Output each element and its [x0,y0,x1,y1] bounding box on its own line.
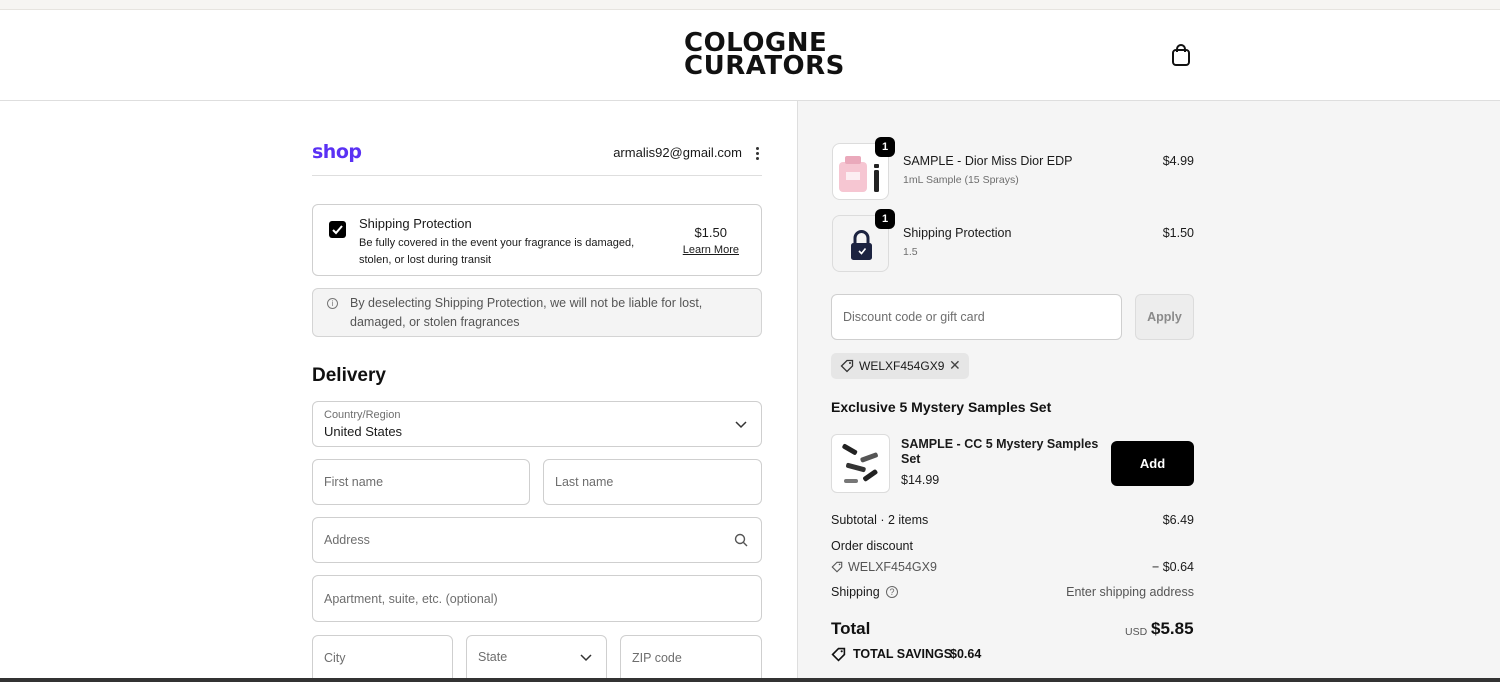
apartment-placeholder: Apartment, suite, etc. (optional) [324,592,498,606]
upsell-product: SAMPLE - CC 5 Mystery Samples Set $14.99… [831,434,1194,494]
upsell-name: SAMPLE - CC 5 Mystery Samples Set [901,437,1099,466]
item-price: $1.50 [1162,226,1194,240]
city-placeholder: City [324,651,346,665]
site-header: COLOGNE CURATORS [0,10,1500,101]
shipping-protection-description: Be fully covered in the event your fragr… [359,237,635,266]
order-summary-panel: 1 SAMPLE - Dior Miss Dior EDP 1mL Sample… [797,101,1500,682]
zip-field[interactable]: ZIP code [620,635,762,682]
country-value: United States [324,424,403,439]
state-select[interactable]: State [466,635,607,682]
total-value: $5.85 [1151,619,1194,638]
order-discount-row: Order discount [831,539,1194,553]
learn-more-link[interactable]: Learn More [683,244,739,256]
tag-icon [831,561,843,573]
first-name-placeholder: First name [324,475,384,489]
shipping-protection-title: Shipping Protection [359,216,472,231]
item-name: Shipping Protection [903,226,1012,240]
browser-top-strip [0,0,1500,10]
state-placeholder: State [478,650,508,664]
shipping-row: Shipping ? Enter shipping address [831,585,1194,599]
kebab-menu-icon[interactable] [754,147,760,161]
subtotal-value: $6.49 [1162,513,1194,527]
delivery-heading: Delivery [312,365,386,386]
cart-line-item: 1 Shipping Protection 1.5 $1.50 [832,209,1194,273]
currency-code: USD [1125,626,1148,638]
upsell-price: $14.99 [901,473,940,487]
quantity-badge: 1 [875,209,895,229]
chevron-down-icon [735,421,747,429]
item-price: $4.99 [1162,154,1194,168]
discount-value: − $0.64 [1151,560,1194,574]
tag-icon [831,647,846,662]
logo-line-2: CURATORS [684,51,845,81]
address-placeholder: Address [324,533,370,547]
discount-code-input[interactable]: Discount code or gift card [831,294,1122,340]
discount-placeholder: Discount code or gift card [843,310,985,324]
total-label: Total [831,619,871,638]
upsell-thumbnail [831,434,890,493]
savings-value: $0.64 [950,647,982,661]
subtotal-row: Subtotal · 2 items $6.49 [831,513,1194,527]
subtotal-label: Subtotal · 2 items [831,513,929,527]
item-variant: 1mL Sample (15 Sprays) [903,174,1019,186]
protection-notice: i By deselecting Shipping Protection, we… [312,288,762,337]
discount-code-label: WELXF454GX9 [859,359,945,373]
info-icon: i [327,298,338,309]
account-email: armalis92@gmail.com [613,145,742,160]
item-variant: 1.5 [903,246,918,258]
shipping-protection-price: $1.50 [694,225,727,240]
summary-discount-code: WELXF454GX9 [848,560,937,574]
shipping-protection-checkbox[interactable] [329,221,346,238]
help-icon[interactable]: ? [886,586,898,598]
apartment-field[interactable]: Apartment, suite, etc. (optional) [312,575,762,622]
first-name-field[interactable]: First name [312,459,530,505]
shop-account-bar: shop armalis92@gmail.com [312,141,762,176]
shipping-value: Enter shipping address [1066,585,1194,599]
search-icon[interactable] [734,533,748,547]
bottom-edge [0,678,1500,682]
close-icon[interactable]: ✕ [949,357,961,374]
checkout-form-panel: shop armalis92@gmail.com Shipping Protec… [0,101,797,682]
city-field[interactable]: City [312,635,453,682]
order-discount-label: Order discount [831,539,913,553]
shipping-protection-box: Shipping Protection Be fully covered in … [312,204,762,276]
cart-line-item: 1 SAMPLE - Dior Miss Dior EDP 1mL Sample… [832,137,1194,201]
item-name: SAMPLE - Dior Miss Dior EDP [903,154,1073,168]
shipping-label: Shipping [831,585,880,599]
store-logo[interactable]: COLOGNE CURATORS [684,30,845,81]
shop-pay-logo: shop [312,141,362,163]
checkmark-icon [332,225,343,235]
tag-icon [840,359,854,373]
zip-placeholder: ZIP code [632,651,682,665]
savings-label: TOTAL SAVINGS [853,647,953,661]
address-field[interactable]: Address [312,517,762,563]
apply-button[interactable]: Apply [1135,294,1194,340]
applied-discount-chip: WELXF454GX9 ✕ [831,353,969,379]
last-name-field[interactable]: Last name [543,459,762,505]
shopping-bag-icon[interactable] [1170,43,1192,67]
chevron-down-icon [580,654,592,662]
add-upsell-button[interactable]: Add [1111,441,1194,486]
upsell-heading: Exclusive 5 Mystery Samples Set [831,399,1052,415]
country-select[interactable]: Country/Region United States [312,401,762,447]
quantity-badge: 1 [875,137,895,157]
notice-text: By deselecting Shipping Protection, we w… [350,296,703,329]
country-label: Country/Region [324,409,401,421]
last-name-placeholder: Last name [555,475,614,489]
